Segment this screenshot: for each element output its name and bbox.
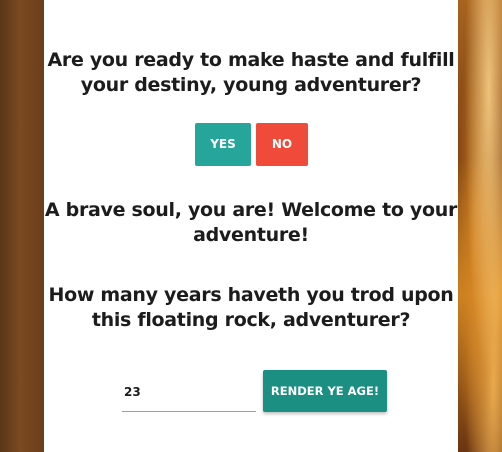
content-panel: Are you ready to make haste and fulfill … [44,0,458,452]
welcome-message: A brave soul, you are! Welcome to your a… [44,199,458,246]
age-question: How many years haveth you trod upon this… [48,284,454,331]
background-image-right [458,0,502,452]
render-age-button[interactable]: RENDER YE AGE! [263,370,387,412]
page: Are you ready to make haste and fulfill … [0,0,502,452]
yes-button[interactable]: YES [195,123,251,166]
destiny-question: Are you ready to make haste and fulfill … [47,49,455,96]
age-input[interactable] [122,372,256,412]
background-image-left [0,0,44,452]
no-button[interactable]: NO [256,123,308,166]
